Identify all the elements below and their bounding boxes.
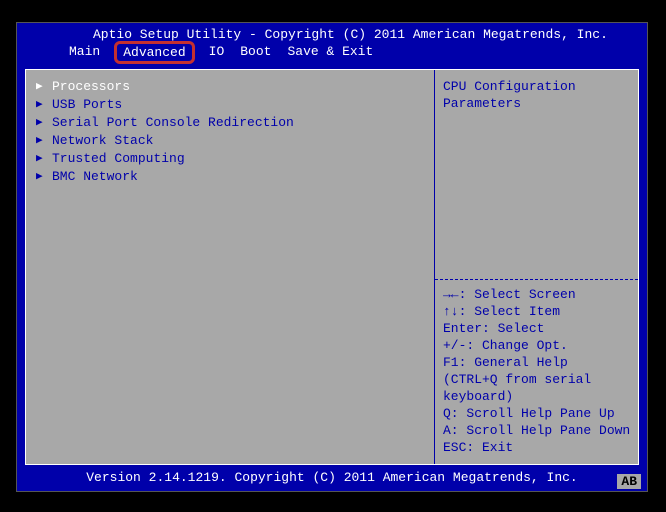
- header: Aptio Setup Utility - Copyright (C) 2011…: [17, 23, 647, 65]
- ab-badge: AB: [617, 474, 641, 489]
- help-context-line: CPU Configuration: [443, 78, 630, 95]
- triangle-right-icon: ▶: [36, 96, 46, 114]
- tab-advanced[interactable]: Advanced: [114, 41, 194, 64]
- menu-item-label: Processors: [52, 78, 130, 96]
- help-key-line: keyboard): [443, 388, 630, 405]
- bios-window: Aptio Setup Utility - Copyright (C) 2011…: [16, 22, 648, 492]
- menu-item-usb-ports[interactable]: ▶ USB Ports: [36, 96, 424, 114]
- help-key-line: +/-: Change Opt.: [443, 337, 630, 354]
- help-key-line: ESC: Exit: [443, 439, 630, 456]
- help-key-line: (CTRL+Q from serial: [443, 371, 630, 388]
- tab-save-exit[interactable]: Save & Exit: [283, 44, 377, 61]
- help-key-line: ↑↓: Select Item: [443, 303, 630, 320]
- tab-boot[interactable]: Boot: [236, 44, 275, 61]
- menu-item-serial-port-console-redirection[interactable]: ▶ Serial Port Console Redirection: [36, 114, 424, 132]
- title-text: Aptio Setup Utility - Copyright (C) 2011…: [17, 27, 647, 42]
- menu-item-label: BMC Network: [52, 168, 138, 186]
- help-context: CPU ConfigurationParameters: [443, 78, 630, 112]
- triangle-right-icon: ▶: [36, 132, 46, 150]
- triangle-right-icon: ▶: [36, 150, 46, 168]
- triangle-right-icon: ▶: [36, 114, 46, 132]
- help-keys: →←: Select Screen↑↓: Select ItemEnter: S…: [443, 286, 630, 456]
- help-key-line: F1: General Help: [443, 354, 630, 371]
- main-area: ▶ Processors ▶ USB Ports ▶ Serial Port Consol…: [25, 69, 639, 465]
- help-key-line: Enter: Select: [443, 320, 630, 337]
- help-divider: [435, 112, 638, 280]
- menu-pane: ▶ Processors ▶ USB Ports ▶ Serial Port Consol…: [26, 70, 434, 464]
- menu-item-label: Trusted Computing: [52, 150, 185, 168]
- triangle-right-icon: ▶: [36, 168, 46, 186]
- help-pane: CPU ConfigurationParameters →←: Select S…: [434, 70, 638, 464]
- footer: Version 2.14.1219. Copyright (C) 2011 Am…: [17, 468, 647, 487]
- menu-item-network-stack[interactable]: ▶ Network Stack: [36, 132, 424, 150]
- triangle-right-icon: ▶: [36, 78, 46, 96]
- tab-io[interactable]: IO: [205, 44, 229, 61]
- menu-item-label: Serial Port Console Redirection: [52, 114, 294, 132]
- menu-item-trusted-computing[interactable]: ▶ Trusted Computing: [36, 150, 424, 168]
- help-key-line: Q: Scroll Help Pane Up: [443, 405, 630, 422]
- menu-item-bmc-network[interactable]: ▶ BMC Network: [36, 168, 424, 186]
- version-text: Version 2.14.1219. Copyright (C) 2011 Am…: [86, 470, 577, 485]
- tab-bar: Main Advanced IO Boot Save & Exit: [17, 42, 647, 65]
- menu-item-label: Network Stack: [52, 132, 153, 150]
- tab-main[interactable]: Main: [65, 44, 104, 61]
- menu-item-processors[interactable]: ▶ Processors: [36, 78, 424, 96]
- help-key-line: →←: Select Screen: [443, 286, 630, 303]
- help-key-line: A: Scroll Help Pane Down: [443, 422, 630, 439]
- menu-item-label: USB Ports: [52, 96, 122, 114]
- help-context-line: Parameters: [443, 95, 630, 112]
